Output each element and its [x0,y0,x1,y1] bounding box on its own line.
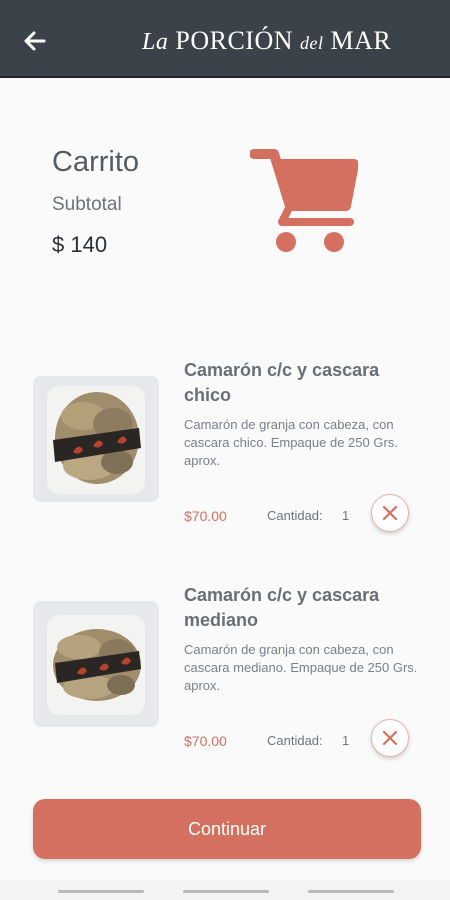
remove-item-button[interactable] [371,719,409,757]
arrow-left-icon [24,31,46,51]
nav-handle[interactable] [58,890,144,893]
product-description: Camarón de granja con cabeza, con cascar… [184,642,418,693]
subtotal-value: $ 140 [52,232,108,257]
shopping-cart-icon [250,149,358,252]
brand-porcion: PORCIÓN [175,26,293,55]
quantity-value: 1 [342,733,350,748]
cart-screen: Carrito Subtotal $ 140 Camarón c/c y cas… [0,78,450,900]
continue-button[interactable]: Continuar [33,799,421,859]
product-image [33,376,159,502]
product-price: $70.00 [184,733,227,749]
system-nav-bar [0,880,450,900]
product-name: Camarón c/c y cascara chico [184,360,380,405]
shrimp-package-image [33,601,159,727]
app-header: La PORCIÓN del MAR [0,0,450,78]
quantity-label: Cantidad: [267,508,323,523]
quantity-value: 1 [342,508,350,523]
cart-item: Camarón c/c y cascara chico Camarón de g… [0,358,450,533]
back-button[interactable] [20,26,50,56]
close-icon [382,505,398,521]
page-title: Carrito [52,146,140,178]
brand-del: del [300,33,324,53]
nav-handle[interactable] [308,890,394,893]
brand-mar: MAR [330,26,392,55]
nav-handle[interactable] [183,890,269,893]
shrimp-package-image [33,376,159,502]
brand-la: La [142,29,169,55]
product-description: Camarón de granja con cabeza, con cascar… [184,417,398,468]
product-image [33,601,159,727]
subtotal-label: Subtotal [52,194,122,215]
product-price: $70.00 [184,508,227,524]
cart-item: Camarón c/c y cascara mediano Camarón de… [0,583,450,758]
product-name: Camarón c/c y cascara mediano [184,585,380,630]
remove-item-button[interactable] [371,494,409,532]
quantity-label: Cantidad: [267,733,323,748]
brand-logo: La PORCIÓN del MAR [142,26,391,58]
close-icon [382,730,398,746]
